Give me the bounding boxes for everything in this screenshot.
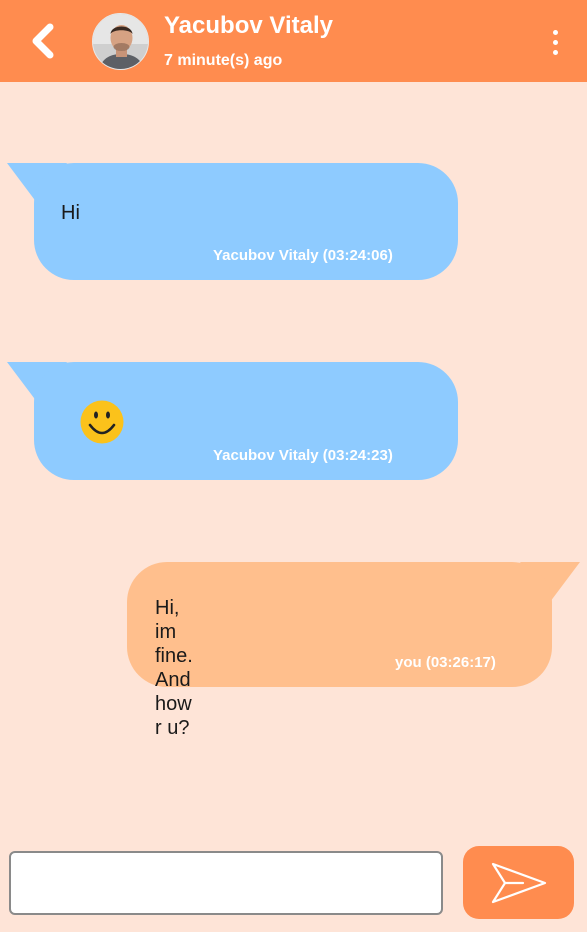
contact-name: Yacubov Vitaly <box>164 12 333 39</box>
send-button[interactable] <box>463 846 574 919</box>
back-button[interactable] <box>20 18 64 64</box>
chevron-left-icon <box>32 23 54 59</box>
message-text: Hi <box>61 202 80 224</box>
contact-avatar[interactable] <box>92 13 149 70</box>
last-seen-status: 7 minute(s) ago <box>164 52 283 69</box>
message-input[interactable] <box>9 851 443 915</box>
message-meta: Yacubov Vitaly (03:24:23) <box>213 447 393 464</box>
more-vertical-icon <box>552 29 558 35</box>
paper-plane-icon <box>491 862 546 903</box>
smiley-face-icon <box>80 400 124 444</box>
message-text: Hi, im fine. And how r u? <box>155 597 193 739</box>
chat-screen: Yacubov Vitaly 7 minute(s) ago Hi Yacubo… <box>0 0 587 932</box>
chat-header: Yacubov Vitaly 7 minute(s) ago <box>0 0 587 82</box>
message-meta: Yacubov Vitaly (03:24:06) <box>213 247 393 264</box>
message-meta: you (03:26:17) <box>395 654 496 671</box>
more-options-button[interactable] <box>540 22 570 62</box>
